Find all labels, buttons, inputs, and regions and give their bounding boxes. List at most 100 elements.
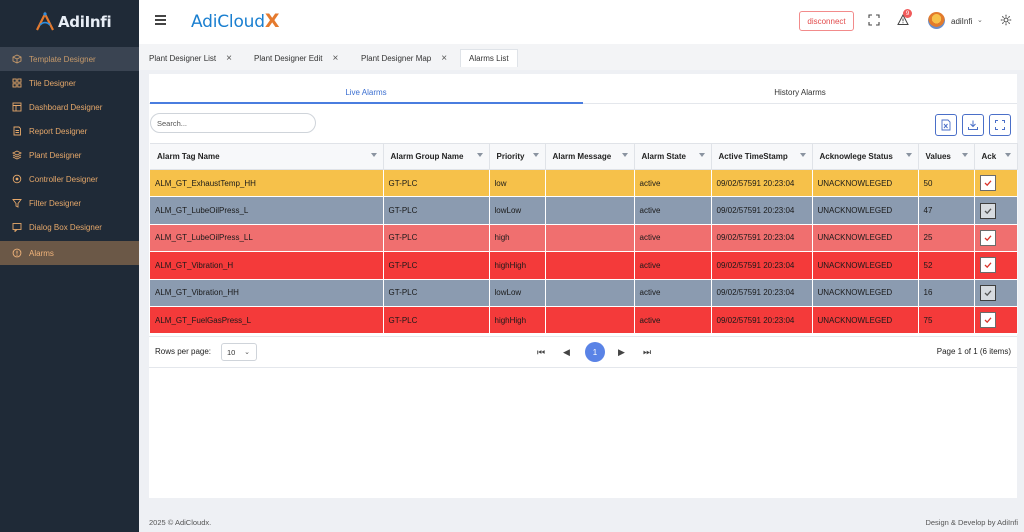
chevron-down-icon[interactable]: ⌄ bbox=[977, 16, 983, 24]
column-header-alarm-state[interactable]: Alarm State bbox=[634, 143, 712, 170]
sidebar-item-template-designer[interactable]: Template Designer bbox=[0, 47, 139, 71]
acknowledge-button[interactable] bbox=[979, 284, 996, 301]
column-header-label: Ack bbox=[981, 152, 997, 161]
tab-live-alarms[interactable]: Live Alarms bbox=[149, 88, 583, 97]
column-header-acknowledge-status[interactable]: Acknowlege Status bbox=[812, 143, 919, 170]
table-row[interactable]: ALM_GT_FuelGasPress_L GT-PLC highHigh ac… bbox=[150, 306, 1018, 335]
first-page-icon[interactable]: ⏮ bbox=[537, 347, 545, 358]
acknowledge-button[interactable] bbox=[979, 175, 996, 192]
cell-ack bbox=[974, 169, 1018, 198]
cell-group: GT-PLC bbox=[383, 169, 490, 198]
table-row[interactable]: ALM_GT_Vibration_H GT-PLC highHigh activ… bbox=[150, 251, 1018, 280]
dialog-icon bbox=[12, 222, 22, 232]
cell-timestamp: 09/02/57591 20:23:04 bbox=[711, 196, 813, 225]
sidebar-item-dashboard-designer[interactable]: Dashboard Designer bbox=[0, 95, 139, 119]
acknowledge-button[interactable] bbox=[979, 312, 996, 329]
fullscreen-icon[interactable] bbox=[868, 14, 880, 26]
sidebar-item-filter-designer[interactable]: Filter Designer bbox=[0, 191, 139, 215]
sort-caret-icon[interactable] bbox=[799, 153, 806, 157]
notification-badge: 9 bbox=[903, 9, 912, 18]
check-icon bbox=[984, 262, 991, 269]
sort-caret-icon[interactable] bbox=[370, 153, 377, 157]
tab-history-alarms[interactable]: History Alarms bbox=[583, 88, 1017, 97]
page-button-current[interactable]: 1 bbox=[585, 342, 605, 362]
cell-timestamp: 09/02/57591 20:23:04 bbox=[711, 279, 813, 307]
sidebar-item-label: Report Designer bbox=[29, 126, 88, 136]
disconnect-button[interactable]: disconnect bbox=[799, 11, 854, 31]
search-input[interactable] bbox=[150, 113, 316, 133]
sort-caret-icon[interactable] bbox=[905, 153, 912, 157]
tab-label: Plant Designer Map bbox=[361, 53, 432, 63]
download-button[interactable] bbox=[962, 114, 984, 136]
sidebar-logo[interactable]: AdiInfi bbox=[0, 0, 139, 44]
column-header-alarm-message[interactable]: Alarm Message bbox=[545, 143, 635, 170]
sort-caret-icon[interactable] bbox=[1004, 153, 1011, 157]
username[interactable]: adiInfi bbox=[951, 17, 972, 26]
last-page-icon[interactable]: ⏭ bbox=[643, 347, 651, 358]
sort-caret-icon[interactable] bbox=[621, 153, 628, 157]
cell-timestamp: 09/02/57591 20:23:04 bbox=[711, 306, 813, 335]
cell-state: active bbox=[634, 279, 712, 307]
column-header-priority[interactable]: Priority bbox=[489, 143, 546, 170]
sidebar-item-plant-designer[interactable]: Plant Designer bbox=[0, 143, 139, 167]
cell-timestamp: 09/02/57591 20:23:04 bbox=[711, 224, 813, 253]
dashboard-icon bbox=[12, 102, 22, 112]
sidebar-item-dialog-box-designer[interactable]: Dialog Box Designer bbox=[0, 215, 139, 239]
sidebar-item-label: Plant Designer bbox=[29, 150, 82, 160]
sort-caret-icon[interactable] bbox=[698, 153, 705, 157]
check-icon bbox=[984, 235, 991, 242]
table-row[interactable]: ALM_GT_LubeOilPress_LL GT-PLC high activ… bbox=[150, 224, 1018, 253]
sidebar-item-report-designer[interactable]: Report Designer bbox=[0, 119, 139, 143]
tab-plant-designer-list[interactable]: Plant Designer List × bbox=[141, 49, 240, 67]
cube-icon bbox=[12, 54, 22, 64]
hamburger-menu-icon[interactable] bbox=[155, 15, 166, 25]
cell-timestamp: 09/02/57591 20:23:04 bbox=[711, 251, 813, 280]
cell-tag: ALM_GT_Vibration_H bbox=[150, 251, 384, 280]
sidebar-item-alarms[interactable]: Alarms bbox=[0, 241, 139, 265]
page-info: Page 1 of 1 (6 items) bbox=[936, 347, 1011, 356]
alarms-table: Alarm Tag Name Alarm Group Name Priority… bbox=[150, 143, 1018, 335]
column-header-alarm-group-name[interactable]: Alarm Group Name bbox=[383, 143, 490, 170]
sidebar-item-tile-designer[interactable]: Tile Designer bbox=[0, 71, 139, 95]
previous-page-icon[interactable]: ◀ bbox=[563, 347, 570, 358]
expand-button[interactable] bbox=[989, 114, 1011, 136]
table-row[interactable]: ALM_GT_LubeOilPress_L GT-PLC lowLow acti… bbox=[150, 196, 1018, 225]
sort-caret-icon[interactable] bbox=[532, 153, 539, 157]
tab-plant-designer-edit[interactable]: Plant Designer Edit × bbox=[246, 49, 346, 67]
acknowledge-button[interactable] bbox=[979, 202, 996, 219]
sidebar-item-label: Controller Designer bbox=[29, 174, 98, 184]
close-icon[interactable]: × bbox=[332, 53, 338, 64]
column-header-label: Alarm Tag Name bbox=[157, 152, 220, 161]
column-header-ack[interactable]: Ack bbox=[974, 143, 1018, 170]
sort-caret-icon[interactable] bbox=[476, 153, 483, 157]
next-page-icon[interactable]: ▶ bbox=[618, 347, 625, 358]
active-tab-indicator bbox=[150, 102, 583, 104]
brand-logo: AdiCloudX bbox=[191, 10, 279, 32]
footer-copyright: 2025 © AdiCloudx. bbox=[149, 518, 212, 527]
cell-group: GT-PLC bbox=[383, 196, 490, 225]
cell-priority: lowLow bbox=[489, 279, 546, 307]
close-icon[interactable]: × bbox=[226, 53, 232, 64]
table-row[interactable]: ALM_GT_ExhaustTemp_HH GT-PLC low active … bbox=[150, 169, 1018, 198]
cell-ack bbox=[974, 306, 1018, 335]
gear-icon[interactable] bbox=[1000, 14, 1012, 26]
table-row[interactable]: ALM_GT_Vibration_HH GT-PLC lowLow active… bbox=[150, 279, 1018, 307]
sidebar-item-controller-designer[interactable]: Controller Designer bbox=[0, 167, 139, 191]
cell-value: 52 bbox=[918, 251, 975, 280]
column-header-active-timestamp[interactable]: Active TimeStamp bbox=[711, 143, 813, 170]
avatar[interactable] bbox=[928, 12, 945, 29]
logo-icon bbox=[36, 11, 54, 31]
alert-circle-icon bbox=[12, 248, 22, 258]
sort-caret-icon[interactable] bbox=[961, 153, 968, 157]
cell-tag: ALM_GT_LubeOilPress_L bbox=[150, 196, 384, 225]
tab-alarms-list[interactable]: Alarms List bbox=[460, 49, 518, 67]
column-header-alarm-tag-name[interactable]: Alarm Tag Name bbox=[150, 143, 384, 170]
column-header-values[interactable]: Values bbox=[918, 143, 975, 170]
acknowledge-button[interactable] bbox=[979, 257, 996, 274]
cell-message bbox=[545, 224, 635, 253]
export-excel-button[interactable] bbox=[935, 114, 957, 136]
rows-per-page-select[interactable]: 10 ⌄ bbox=[221, 343, 257, 361]
acknowledge-button[interactable] bbox=[979, 229, 996, 246]
tab-plant-designer-map[interactable]: Plant Designer Map × bbox=[353, 49, 455, 67]
close-icon[interactable]: × bbox=[441, 53, 447, 64]
